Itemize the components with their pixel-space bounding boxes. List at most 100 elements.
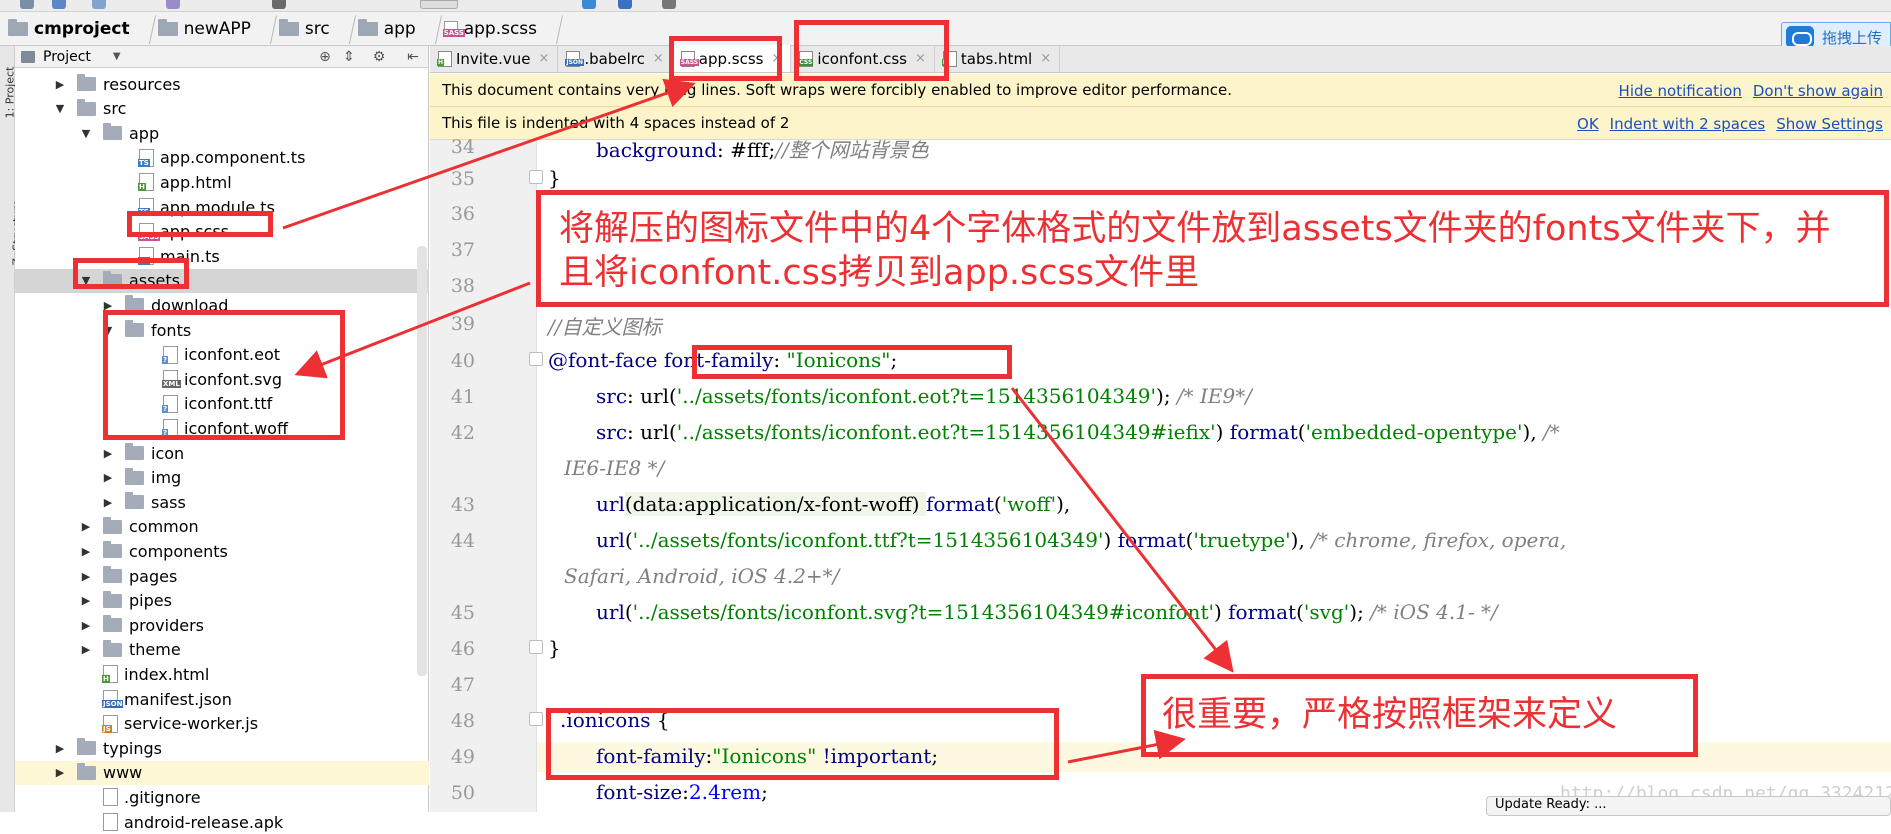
editor-tab[interactable]: JSON .babelrc × (558, 45, 673, 72)
locate-icon[interactable]: ⊕ (317, 50, 333, 64)
breadcrumb-separator (138, 12, 150, 46)
tree-folder-resources[interactable]: ▶ resources (15, 72, 429, 96)
editor-tab[interactable]: Htabs.html × (935, 45, 1061, 72)
chevron-right-icon[interactable]: ▶ (53, 742, 67, 755)
tree-file[interactable]: android-release.apk (15, 810, 429, 834)
tool-window-strip: 1: Project Z: Structure tes (0, 46, 23, 812)
toolbar-icon[interactable] (662, 0, 676, 9)
fold-marker[interactable] (529, 640, 543, 654)
ok-link[interactable]: OK (1577, 115, 1599, 133)
tree-file[interactable]: TS app.component.ts (15, 146, 429, 170)
tree-folder-components[interactable]: ▶ components (15, 539, 429, 563)
close-icon[interactable]: × (653, 51, 664, 66)
chevron-down-icon[interactable]: ▼ (113, 51, 121, 62)
chevron-right-icon[interactable]: ▶ (101, 496, 115, 509)
folder-icon (77, 74, 96, 91)
tree-folder-pages[interactable]: ▶ pages (15, 564, 429, 588)
code-token: 'svg' (1303, 600, 1350, 624)
chevron-right-icon[interactable]: ▶ (53, 78, 67, 91)
close-icon[interactable]: × (1040, 51, 1051, 66)
tree-folder-www[interactable]: ▶ www (15, 760, 429, 785)
tree-folder-app[interactable]: ▼ app (15, 121, 429, 145)
tree-file[interactable]: Hindex.html (15, 662, 429, 686)
code-token: ( (624, 528, 633, 552)
tree-folder-img[interactable]: ▶ img (15, 466, 429, 490)
breadcrumb-item-file[interactable]: SASS app.scss (440, 12, 541, 46)
code-line-41: src: url('../assets/fonts/iconfont.eot?t… (596, 384, 1252, 408)
breadcrumb-item-project[interactable]: cmproject (4, 12, 134, 46)
file-icon: JS (102, 714, 118, 733)
chevron-right-icon[interactable]: ▶ (101, 447, 115, 460)
code-token: url (596, 600, 625, 624)
code-token: format (1228, 600, 1297, 624)
update-popup[interactable]: Update Ready: ... (1486, 796, 1891, 816)
tree-file[interactable]: Happ.html (15, 170, 429, 194)
toolbar-icon[interactable] (92, 0, 106, 9)
dont-show-again-link[interactable]: Don't show again (1753, 82, 1883, 100)
breadcrumb-item-src[interactable]: src (275, 12, 334, 46)
breadcrumb-item-newapp[interactable]: newAPP (154, 12, 255, 46)
hide-notification-link[interactable]: Hide notification (1619, 82, 1742, 100)
chevron-right-icon[interactable]: ▶ (79, 594, 93, 607)
toolbar-dropdown[interactable] (420, 0, 458, 9)
show-settings-link[interactable]: Show Settings (1776, 115, 1883, 133)
chevron-right-icon[interactable]: ▶ (79, 570, 93, 583)
code-token: font-size (596, 780, 683, 804)
code-token: '../assets/fonts/iconfont.eot?t=15143561… (676, 384, 1157, 408)
chevron-right-icon[interactable]: ▶ (101, 471, 115, 484)
notification-text: This file is indented with 4 spaces inst… (442, 114, 790, 132)
gear-icon[interactable]: ⚙ (371, 50, 387, 64)
tree-folder-pipes[interactable]: ▶ pipes (15, 589, 429, 613)
editor-tab[interactable]: H Invite.vue × (430, 45, 559, 72)
toolbar-icon[interactable] (52, 0, 66, 9)
tree-item-label: providers (129, 615, 204, 635)
callout-text-line2: 且将iconfont.css拷贝到app.scss文件里 (559, 253, 1199, 293)
tree-folder-typings[interactable]: ▶ typings (15, 736, 429, 760)
fold-marker[interactable] (529, 352, 543, 366)
tree-folder-theme[interactable]: ▶ theme (15, 638, 429, 662)
scrollbar[interactable] (417, 246, 427, 676)
chevron-down-icon[interactable]: ▼ (79, 127, 93, 140)
chevron-right-icon[interactable]: ▶ (79, 520, 93, 533)
hide-panel-icon[interactable]: ⇤ (405, 50, 421, 64)
toolbar-icon[interactable] (20, 0, 34, 9)
chevron-right-icon[interactable]: ▶ (79, 545, 93, 558)
fold-marker[interactable] (529, 170, 543, 184)
project-panel-title[interactable]: Project (43, 49, 91, 65)
fold-marker[interactable] (529, 712, 543, 726)
code-token: ( (624, 600, 633, 624)
chevron-down-icon[interactable]: ▼ (53, 102, 67, 115)
code-token: ), (1056, 492, 1071, 516)
toolbar-icon[interactable] (618, 0, 632, 9)
tree-folder-icon[interactable]: ▶ icon (15, 441, 429, 465)
tree-file[interactable]: JSON manifest.json (15, 687, 429, 711)
code-token: : (682, 780, 689, 804)
file-type-badge: H (102, 675, 110, 684)
toolbar-icon[interactable] (272, 0, 286, 9)
tree-folder-src[interactable]: ▼ src (15, 97, 429, 121)
toolbar-icon[interactable] (166, 0, 180, 9)
tree-folder-common[interactable]: ▶ common (15, 515, 429, 539)
code-token: /* (1543, 420, 1560, 444)
line-number: 44 (450, 530, 475, 552)
tree-item-label: manifest.json (124, 689, 232, 709)
chevron-right-icon[interactable]: ▶ (79, 643, 93, 656)
close-icon[interactable]: × (538, 51, 549, 66)
tree-file[interactable]: .gitignore (15, 785, 429, 809)
tree-folder-sass[interactable]: ▶ sass (15, 490, 429, 514)
code-token: url (596, 492, 625, 516)
code-line-50: font-size:2.4rem; (596, 780, 768, 804)
code-token: 'embedded-opentype' (1305, 420, 1523, 444)
code-token: ), (1290, 528, 1312, 552)
file-type-badge: TS (138, 158, 150, 167)
tree-folder-providers[interactable]: ▶ providers (15, 613, 429, 637)
indent-with-2-spaces-link[interactable]: Indent with 2 spaces (1610, 115, 1766, 133)
chevron-right-icon[interactable]: ▶ (79, 619, 93, 632)
tree-file[interactable]: JS service-worker.js (15, 712, 429, 736)
tree-item-label: pipes (129, 591, 172, 611)
collapse-icon[interactable]: ⇕ (341, 50, 357, 64)
annotation-callout-instructions: 将解压的图标文件中的4个字体格式的文件放到assets文件夹的fonts文件夹下… (536, 190, 1889, 307)
chevron-right-icon[interactable]: ▶ (53, 766, 67, 779)
breadcrumb-item-app[interactable]: app (354, 12, 420, 46)
toolbar-icon[interactable] (582, 0, 596, 9)
